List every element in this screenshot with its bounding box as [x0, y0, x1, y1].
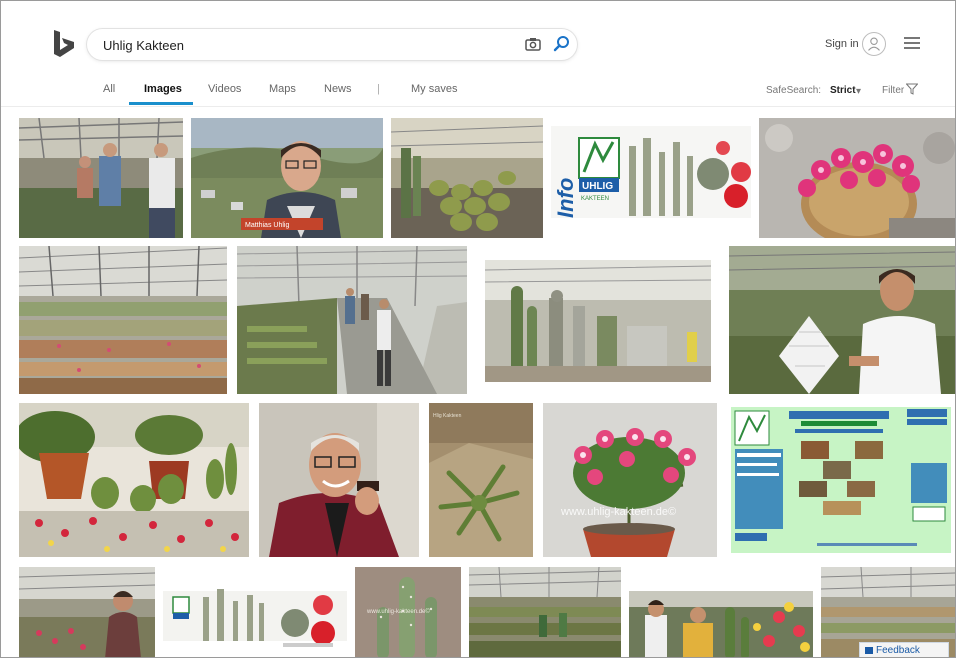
camera-icon[interactable] — [525, 37, 541, 51]
image-result-tile[interactable] — [727, 403, 955, 557]
video-caption: Matthias Uhlig — [245, 222, 289, 229]
image-result-tile[interactable] — [19, 403, 249, 557]
header-divider — [1, 106, 955, 107]
image-result-tile[interactable] — [759, 118, 955, 238]
image-result-tile[interactable] — [19, 567, 155, 657]
tab-images[interactable]: Images — [144, 83, 182, 95]
image-result-tile[interactable] — [163, 567, 347, 657]
image-result-tile[interactable] — [629, 567, 813, 657]
info-text: Info — [553, 178, 578, 218]
feedback-label: Feedback — [876, 645, 920, 656]
image-result-tile[interactable] — [237, 246, 467, 394]
filter-icon[interactable] — [906, 83, 918, 95]
image-result-tile[interactable]: www.uhlig-kakteen.de© — [543, 403, 717, 557]
filter-button[interactable]: Filter — [882, 85, 904, 96]
image-result-tile[interactable] — [19, 246, 227, 394]
chat-bubble-icon — [865, 647, 873, 654]
feedback-button[interactable]: Feedback — [859, 642, 949, 657]
image-result-tile[interactable] — [259, 403, 419, 557]
tab-my-saves[interactable]: My saves — [411, 83, 457, 95]
watermark-text: www.uhlig-kakteen.de© — [366, 608, 430, 615]
search-box[interactable] — [87, 29, 577, 60]
watermark-text: www.uhlig-kakteen.de© — [560, 506, 676, 518]
nav-separator: | — [377, 83, 380, 95]
tab-all[interactable]: All — [103, 83, 115, 95]
image-result-tile[interactable] — [729, 246, 955, 394]
tab-news[interactable]: News — [324, 83, 352, 95]
search-icon[interactable] — [553, 35, 570, 52]
brand-logo-subtext: KAKTEEN — [581, 196, 609, 202]
chevron-down-icon[interactable]: ▾ — [856, 86, 861, 97]
image-result-tile[interactable] — [469, 567, 621, 657]
bing-logo-icon[interactable] — [51, 29, 77, 59]
active-tab-underline — [129, 102, 193, 105]
image-result-tile[interactable] — [19, 118, 183, 238]
tab-maps[interactable]: Maps — [269, 83, 296, 95]
sign-in-link[interactable]: Sign in — [825, 38, 859, 50]
brand-logo-text: UHLIG — [582, 181, 613, 192]
image-result-tile[interactable]: Matthias Uhlig — [191, 118, 383, 238]
image-result-tile[interactable]: Hlig Kakteen — [429, 403, 533, 557]
image-result-tile[interactable] — [391, 118, 543, 238]
image-result-tile[interactable]: www.uhlig-kakteen.de© — [355, 567, 461, 657]
safesearch-label: SafeSearch: — [766, 85, 822, 96]
image-result-tile[interactable] — [477, 246, 719, 394]
tab-videos[interactable]: Videos — [208, 83, 241, 95]
menu-icon[interactable] — [904, 37, 920, 49]
image-result-tile[interactable]: UHLIG KAKTEEN Info — [551, 118, 751, 238]
browser-frame: Sign in All Images Videos Maps News | My… — [0, 0, 956, 658]
tile-title-text: Hlig Kakteen — [433, 413, 462, 419]
search-input[interactable] — [103, 35, 503, 55]
safesearch-dropdown[interactable]: Strict — [830, 85, 856, 96]
avatar-icon[interactable] — [862, 32, 886, 56]
